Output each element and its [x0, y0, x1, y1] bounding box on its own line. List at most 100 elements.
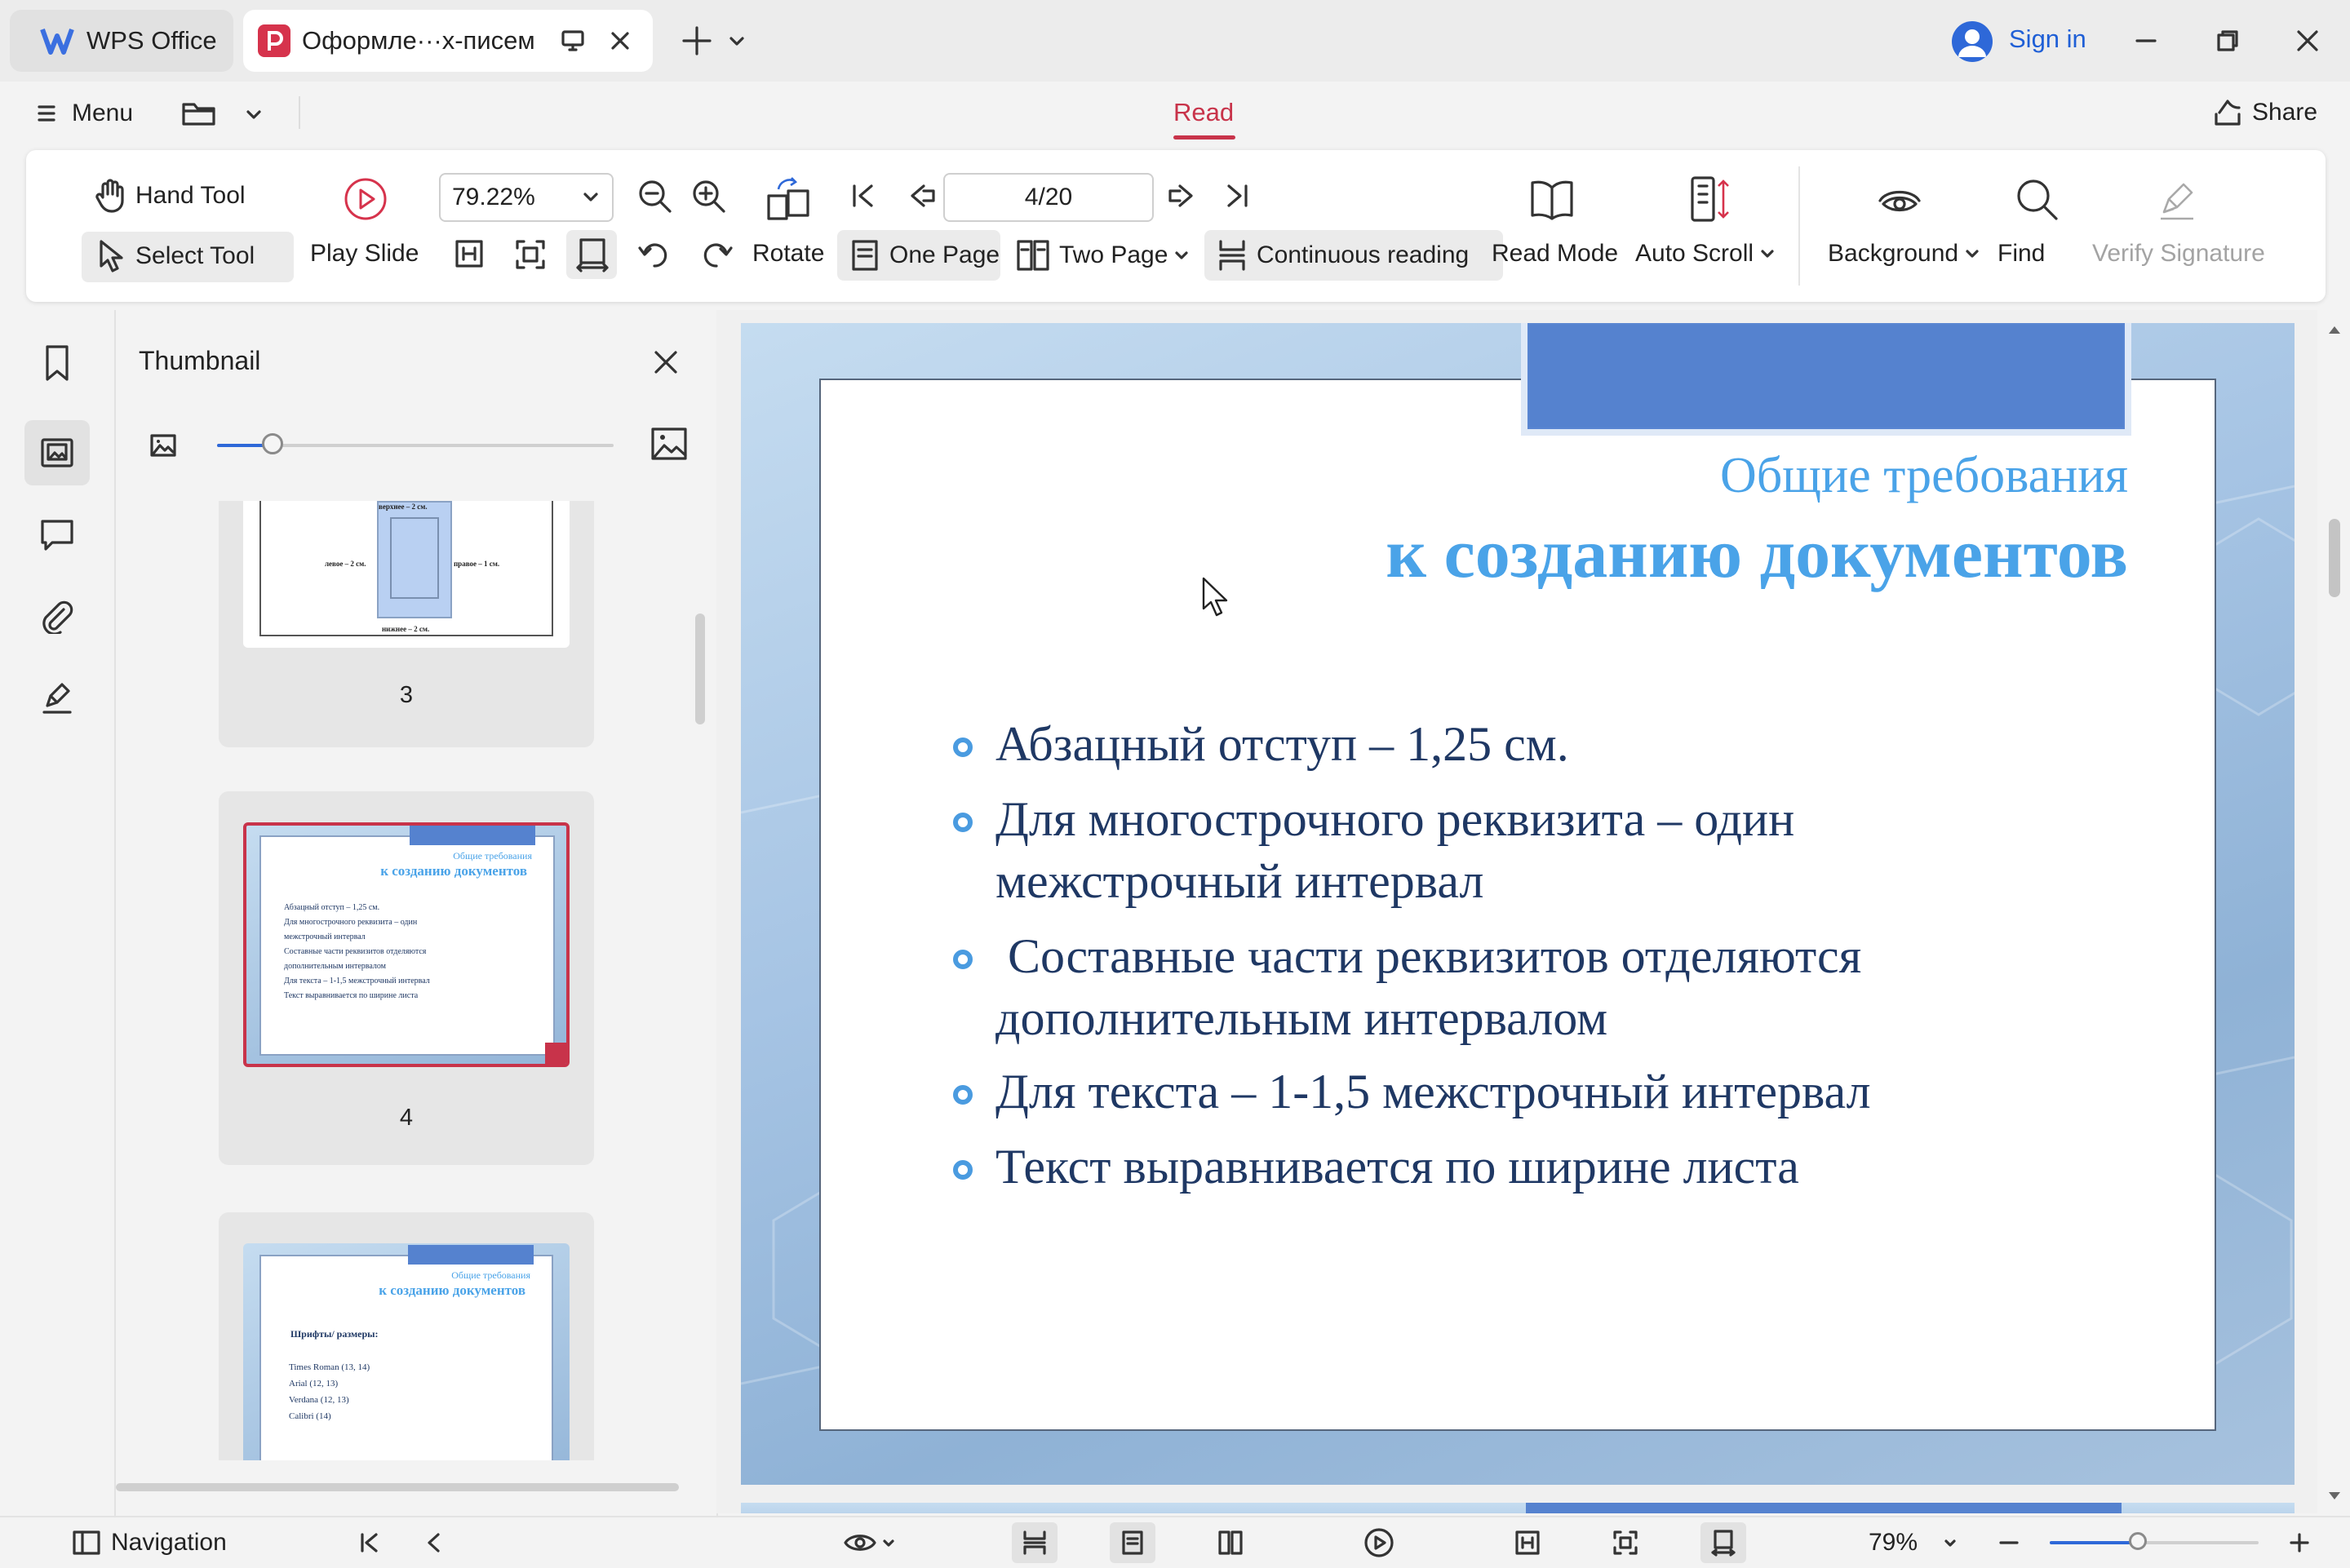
status-two-page-icon[interactable]: [1208, 1522, 1253, 1563]
zoom-out-icon[interactable]: [636, 178, 674, 215]
thumbnail-page-4[interactable]: Общие требования к созданию документов А…: [219, 791, 594, 1165]
two-page-button[interactable]: Two Page: [1015, 237, 1191, 274]
avatar-icon[interactable]: [1952, 21, 1993, 62]
status-zoom-dropdown[interactable]: 79%: [1869, 1522, 1958, 1563]
document-vertical-scrollbar[interactable]: [2322, 318, 2347, 1509]
thumbnail-page-3[interactable]: верхнее – 2 см. левое – 2 см. правое – 1…: [219, 501, 594, 747]
slide-bullet-3: Составные части реквизитов отделяются: [953, 925, 1861, 987]
find-search-icon[interactable]: [2012, 175, 2061, 224]
status-fit-width-icon[interactable]: [1505, 1522, 1550, 1563]
first-page-icon[interactable]: [847, 179, 880, 212]
slide-bullet-3-cont-text: дополнительным интервалом: [995, 991, 1608, 1045]
find-label[interactable]: Find: [1998, 240, 2045, 268]
fit-width-icon[interactable]: [450, 235, 490, 274]
rotate-page-icon[interactable]: [764, 175, 813, 224]
zoom-chevron-down-icon: [583, 193, 598, 202]
document-viewport[interactable]: Общие требования к созданию документов А…: [716, 310, 2317, 1513]
background-eye-icon[interactable]: [1875, 175, 1924, 224]
thumbnail-panel-icon[interactable]: [24, 420, 90, 485]
tab-read[interactable]: Read: [1173, 98, 1234, 127]
zoom-combobox[interactable]: 79.22%: [439, 173, 614, 222]
status-previous-page-icon[interactable]: [418, 1522, 450, 1563]
hand-tool-button[interactable]: Hand Tool: [95, 178, 246, 214]
two-page-chevron-down-icon: [1175, 251, 1189, 259]
tab-document[interactable]: Оформле···х-писем: [243, 10, 653, 72]
play-slide-icon[interactable]: [341, 175, 390, 224]
background-button[interactable]: Background: [1828, 240, 1981, 268]
hand-icon: [95, 179, 124, 213]
signature-pen-icon[interactable]: [24, 665, 90, 730]
presentation-file-icon: [258, 24, 290, 57]
minimize-icon[interactable]: [2123, 18, 2169, 64]
attachment-paperclip-icon[interactable]: [24, 583, 90, 649]
one-page-icon: [852, 240, 878, 271]
auto-scroll-button[interactable]: Auto Scroll: [1635, 240, 1776, 268]
read-mode-icon[interactable]: [1528, 175, 1576, 224]
bullet-ring-icon: [953, 1160, 973, 1180]
document-scroll-thumb[interactable]: [2329, 519, 2340, 597]
status-bar: Navigation 79%: [0, 1516, 2350, 1568]
next-slide-peek: [741, 1503, 2295, 1513]
status-fit-page-icon[interactable]: [1603, 1522, 1648, 1563]
rotate-label[interactable]: Rotate: [752, 240, 824, 268]
last-page-icon[interactable]: [1221, 179, 1253, 212]
window-mode-icon[interactable]: [556, 24, 589, 57]
select-tool-content: Select Tool: [95, 238, 255, 274]
tab-wps-office[interactable]: WPS Office: [10, 10, 233, 72]
restore-window-icon[interactable]: [2205, 18, 2250, 64]
page-number-input[interactable]: 4/20: [943, 173, 1154, 222]
status-zoom-in-icon[interactable]: [2283, 1522, 2316, 1563]
tab-list-chevron-down-icon[interactable]: [725, 29, 749, 54]
thumbnail-horizontal-scrollbar[interactable]: [116, 1483, 679, 1491]
thumbnail-page-5[interactable]: Общие требования к созданию документов Ш…: [219, 1212, 594, 1460]
bookmark-icon[interactable]: [24, 330, 90, 396]
status-one-page-icon[interactable]: [1110, 1522, 1155, 1563]
status-play-icon[interactable]: [1356, 1522, 1402, 1563]
close-window-icon[interactable]: [2285, 18, 2330, 64]
navigation-label: Navigation: [111, 1529, 227, 1556]
close-thumbnail-panel-icon[interactable]: [650, 346, 682, 379]
sign-in-link[interactable]: Sign in: [2009, 24, 2086, 54]
small-thumbnail-image-icon[interactable]: [147, 429, 180, 462]
folder-chevron-down-icon[interactable]: [242, 104, 266, 126]
read-mode-label[interactable]: Read Mode: [1492, 240, 1618, 268]
status-eye-protection-button[interactable]: [837, 1522, 902, 1563]
scroll-up-arrow-icon[interactable]: [2326, 321, 2343, 339]
thumbnail-size-slider-knob[interactable]: [262, 433, 284, 454]
large-thumbnail-image-icon[interactable]: [650, 424, 689, 463]
status-zoom-out-icon[interactable]: [1993, 1522, 2025, 1563]
status-first-page-icon[interactable]: [352, 1522, 385, 1563]
slide-bullet-1: Абзацный отступ – 1,25 см.: [953, 713, 1569, 775]
page-number-value: 4/20: [1024, 184, 1073, 210]
comment-icon[interactable]: [24, 502, 90, 567]
close-tab-icon[interactable]: [604, 24, 636, 57]
thumb-bullet-item: Абзацный отступ – 1,25 см.: [284, 903, 380, 912]
thumb4-bullets: Абзацный отступ – 1,25 см. Для многостроч…: [284, 901, 430, 1003]
slide-bullet-3-cont: дополнительным интервалом: [995, 987, 1607, 1049]
rotate-right-icon[interactable]: [697, 235, 736, 274]
navigation-button[interactable]: Navigation: [72, 1522, 227, 1563]
status-continuous-icon[interactable]: [1012, 1522, 1058, 1563]
next-page-icon[interactable]: [1165, 179, 1198, 212]
zoom-in-icon[interactable]: [690, 178, 728, 215]
status-zoom-slider[interactable]: [2050, 1532, 2259, 1550]
thumbnail-vertical-scrollbar[interactable]: [695, 613, 705, 724]
rotate-left-icon[interactable]: [635, 235, 674, 274]
previous-page-icon[interactable]: [906, 179, 938, 212]
title-bar: WPS Office Оформле···х-писем Sign in: [0, 0, 2350, 82]
scroll-down-arrow-icon[interactable]: [2326, 1486, 2343, 1504]
auto-scroll-icon[interactable]: [1686, 175, 1735, 224]
new-tab-plus-icon[interactable]: [677, 21, 716, 60]
ribbon-divider: [1798, 166, 1800, 286]
play-slide-label[interactable]: Play Slide: [310, 240, 419, 268]
slide-bullet-5: Текст выравнивается по ширине листа: [953, 1136, 1799, 1198]
thumbnail-size-slider[interactable]: [217, 433, 614, 454]
status-actual-size-icon[interactable]: [1700, 1522, 1746, 1563]
share-button[interactable]: Share: [2213, 98, 2317, 127]
status-zoom-slider-knob[interactable]: [2128, 1532, 2147, 1550]
fit-page-icon[interactable]: [511, 235, 550, 274]
bullet-ring-icon: [953, 737, 973, 757]
thumb3-top-label: верхнее – 2 см.: [379, 503, 428, 511]
folder-icon[interactable]: [181, 98, 217, 127]
menu-button[interactable]: Menu: [36, 100, 133, 127]
